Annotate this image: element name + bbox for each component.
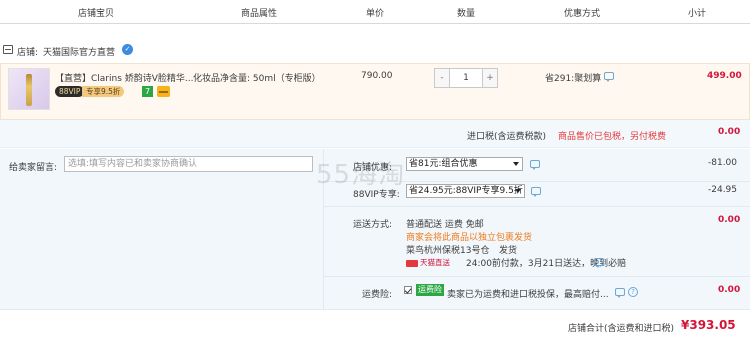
shipping-label: 运送方式: bbox=[353, 220, 393, 230]
chat-icon[interactable] bbox=[531, 187, 541, 197]
import-tax-label: 进口税(含运费税款) bbox=[467, 132, 547, 142]
vip-discount-select[interactable]: 省24.95元:88VIP专享9.5折 bbox=[406, 184, 525, 198]
insurance-amount: 0.00 bbox=[718, 285, 741, 295]
shipping-dispatch: 发货 bbox=[499, 246, 518, 256]
shop-name-link[interactable]: 天猫国际官方直营 bbox=[43, 45, 115, 58]
col-attributes: 商品属性 bbox=[241, 9, 278, 19]
insurance-text: 卖家已为运费和进口税投保，最高赔付... bbox=[447, 290, 609, 300]
shop-discount-label: 店铺优惠: bbox=[353, 163, 393, 173]
shipping-amount: 0.00 bbox=[718, 215, 741, 225]
col-shop-item: 店铺宝贝 bbox=[78, 9, 115, 19]
shop-discount-select[interactable]: 省81元:组合优惠 bbox=[406, 157, 523, 171]
vip-badge: 88VIP bbox=[55, 86, 85, 97]
shop-total-label: 店铺合计(含运费和进口税) bbox=[568, 324, 675, 334]
quantity-stepper: - 1 + bbox=[434, 68, 498, 88]
chevron-down-icon bbox=[515, 189, 521, 193]
vip-discount-amount: -24.95 bbox=[708, 185, 738, 195]
chat-icon[interactable] bbox=[530, 160, 540, 170]
item-subtotal: 499.00 bbox=[707, 71, 742, 81]
col-subtotal: 小计 bbox=[688, 9, 707, 19]
credit-card-icon bbox=[157, 86, 170, 97]
col-quantity: 数量 bbox=[457, 9, 476, 19]
shipping-method: 普通配送 运费 免邮 bbox=[406, 220, 484, 230]
quantity-input[interactable]: 1 bbox=[450, 69, 482, 87]
increase-button[interactable]: + bbox=[482, 69, 497, 87]
shop-prefix: 店铺: bbox=[17, 48, 39, 58]
column-header: 店铺宝贝 商品属性 单价 数量 优惠方式 小计 bbox=[0, 0, 750, 24]
item-discount-method: 省291:聚划算 bbox=[545, 74, 602, 84]
chat-icon[interactable] bbox=[594, 258, 604, 268]
shop-discount-amount: -81.00 bbox=[708, 158, 738, 168]
seven-day-return-icon: 7 bbox=[142, 86, 153, 97]
shop-discount-value: 省81元:组合优惠 bbox=[409, 159, 478, 169]
insurance-checkbox[interactable] bbox=[404, 286, 412, 294]
seller-message-input[interactable]: 选填:填写内容已和卖家协商确认 bbox=[64, 156, 313, 172]
shipping-notice: 商家会将此商品以独立包裹发货 bbox=[406, 233, 533, 243]
shipping-warehouse: 菜鸟杭州保税13号仓 bbox=[406, 246, 490, 256]
product-thumbnail[interactable] bbox=[8, 68, 50, 110]
col-discount: 优惠方式 bbox=[564, 9, 601, 19]
insurance-label: 运费险: bbox=[362, 290, 393, 300]
row-divider bbox=[323, 206, 750, 207]
product-title-link[interactable]: 【直营】Clarins 娇韵诗V脸精华... bbox=[55, 71, 194, 84]
seller-message-label: 给卖家留言: bbox=[9, 163, 58, 173]
product-attribute: 化妆品净含量: 50ml（专柜版） bbox=[193, 74, 321, 84]
chevron-down-icon bbox=[513, 162, 519, 166]
chat-icon[interactable] bbox=[615, 288, 625, 298]
shop-total-amount: ¥393.05 bbox=[681, 318, 736, 332]
row-divider bbox=[323, 276, 750, 277]
insurance-tag: 运费险 bbox=[416, 284, 444, 296]
shop-icon bbox=[3, 45, 13, 54]
info-badge-icon[interactable]: ✓ bbox=[122, 44, 133, 55]
help-icon[interactable]: ? bbox=[628, 287, 638, 297]
vip-discount-label: 88VIP专享: bbox=[353, 190, 400, 200]
tmall-direct-text: 天猫直送 bbox=[420, 258, 450, 267]
import-tax-amount: 0.00 bbox=[718, 127, 741, 137]
tmall-direct-logo: 天猫直送 bbox=[406, 257, 450, 267]
chat-icon[interactable] bbox=[604, 72, 614, 82]
vip-discount-badge: 专享9.5折 bbox=[82, 86, 125, 97]
import-tax-note: 商品售价已包税，另付税费 bbox=[558, 132, 667, 142]
unit-price: 790.00 bbox=[361, 71, 393, 81]
decrease-button[interactable]: - bbox=[435, 69, 450, 87]
col-unit-price: 单价 bbox=[366, 9, 385, 19]
vip-discount-value: 省24.95元:88VIP专享9.5折 bbox=[409, 186, 523, 196]
